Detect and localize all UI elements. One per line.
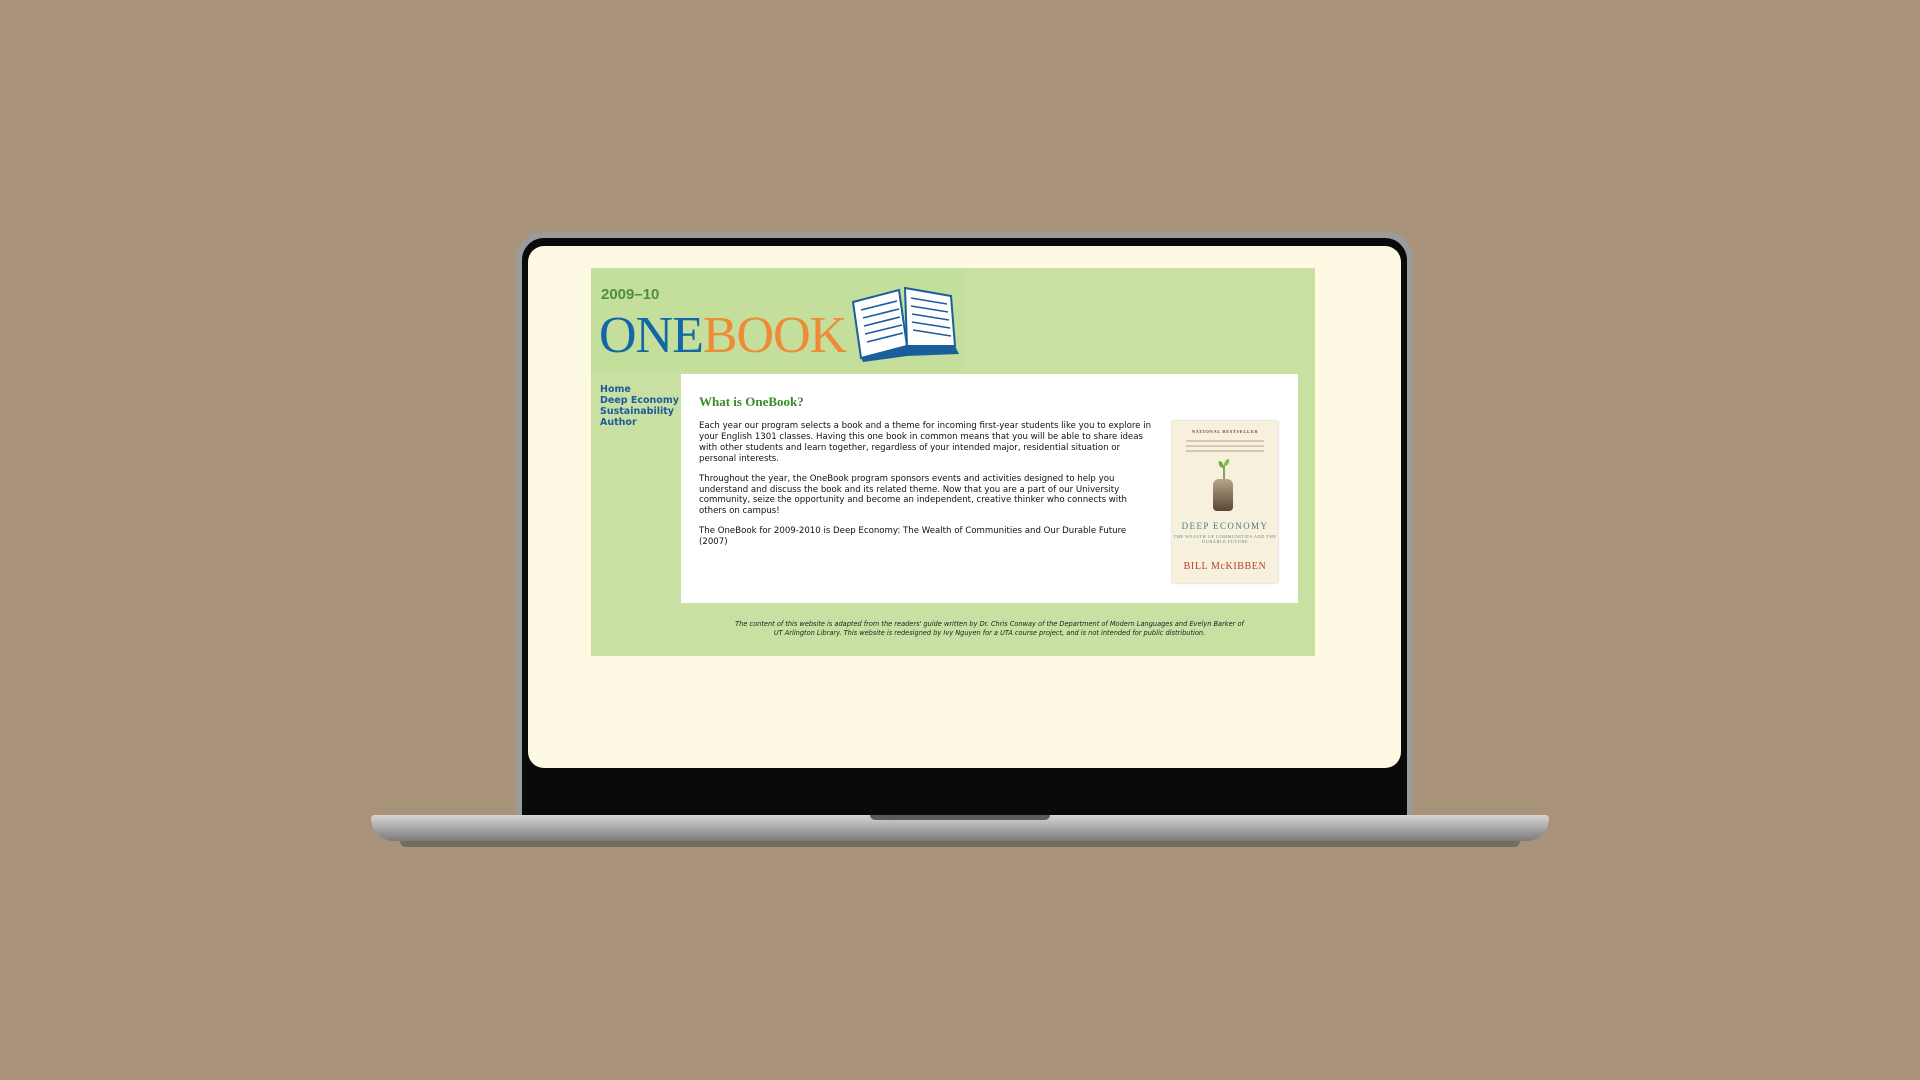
nav-link-sustainability[interactable]: Sustainability	[600, 406, 679, 417]
cover-title: DEEP ECONOMY	[1181, 521, 1269, 531]
logo-book-text: BOOK	[702, 307, 847, 364]
year-label: 2009–10	[601, 286, 660, 303]
nav-link-deep-economy[interactable]: Deep Economy	[600, 395, 679, 406]
program-paragraph: Throughout the year, the OneBook program…	[699, 473, 1128, 517]
cover-badge: NATIONAL BESTSELLER	[1191, 429, 1259, 434]
site-header: 2009–10 ONEBOOK	[591, 268, 963, 372]
site-footer: The content of this website is adapted f…	[681, 620, 1298, 638]
onebook-logo[interactable]: ONEBOOK	[599, 307, 847, 364]
page-heading: What is OneBook?	[699, 394, 804, 409]
content-text: Each year our program selects a book and…	[699, 421, 1153, 557]
laptop-screen: 2009–10 ONEBOOK Home Deep Economy Sustai…	[528, 246, 1401, 768]
book-paragraph: The OneBook for 2009-2010 is Deep Econom…	[699, 526, 1127, 548]
cover-subtitle: THE WEALTH OF COMMUNITIES AND THE DURABL…	[1173, 534, 1277, 544]
website-page: 2009–10 ONEBOOK Home Deep Economy Sustai…	[591, 268, 1315, 656]
main-content: What is OneBook? Each year our program s…	[681, 374, 1298, 603]
cover-author: BILL McKIBBEN	[1183, 561, 1267, 572]
footer-line-2: UT Arlington Library. This website is re…	[773, 629, 1206, 637]
intro-paragraph: Each year our program selects a book and…	[699, 421, 1152, 464]
footer-line-1: The content of this website is adapted f…	[735, 620, 1244, 628]
nav-link-home[interactable]: Home	[600, 384, 679, 395]
logo-one-text: ONE	[599, 307, 704, 364]
sprout-icon	[1218, 459, 1230, 480]
side-nav: Home Deep Economy Sustainability Author	[600, 384, 679, 428]
laptop-shadow	[400, 841, 1520, 847]
open-book-icon	[851, 286, 959, 362]
nav-link-author[interactable]: Author	[600, 417, 679, 428]
jar-graphic	[1213, 479, 1233, 511]
laptop-notch	[870, 815, 1050, 820]
book-cover-image: NATIONAL BESTSELLER DEEP ECONOMY THE WEA…	[1172, 421, 1278, 583]
